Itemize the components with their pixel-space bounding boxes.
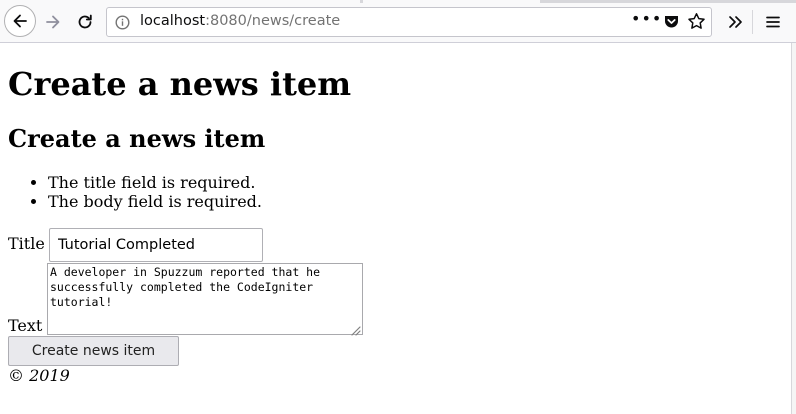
- info-icon[interactable]: [115, 15, 130, 34]
- create-news-item-button[interactable]: Create news item: [8, 336, 179, 366]
- validation-errors: The title field is required. The body fi…: [8, 173, 262, 211]
- tab-divider: [360, 0, 363, 3]
- pocket-icon[interactable]: [663, 13, 680, 34]
- error-item: The body field is required.: [48, 192, 262, 211]
- footer-copyright: © 2019: [8, 366, 70, 385]
- bookmark-star-icon[interactable]: [687, 12, 706, 35]
- tab-strip: [540, 0, 796, 3]
- title-input[interactable]: [49, 228, 263, 262]
- page-title: Create a news item: [8, 65, 352, 103]
- form-title: Create a news item: [8, 124, 266, 153]
- text-textarea[interactable]: A developer in Spuzzum reported that he …: [47, 263, 363, 335]
- title-label: Title: [8, 234, 45, 253]
- overflow-menu-button[interactable]: [722, 7, 748, 37]
- reload-icon: [78, 14, 92, 29]
- toolbar-separator: [752, 10, 753, 34]
- text-label: Text: [8, 316, 43, 335]
- app-menu-button[interactable]: [760, 7, 786, 37]
- arrow-left-icon: [13, 14, 27, 28]
- page-actions-icon[interactable]: •••: [631, 9, 662, 28]
- arrow-right-icon: [46, 15, 60, 29]
- reload-button[interactable]: [70, 7, 100, 37]
- back-button[interactable]: [4, 5, 36, 37]
- address-bar[interactable]: localhost:8080/news/create •••: [106, 7, 712, 37]
- url-path: :8080/news/create: [205, 13, 341, 29]
- forward-button[interactable]: [38, 7, 68, 37]
- browser-toolbar: localhost:8080/news/create •••: [0, 0, 796, 43]
- url-host: localhost: [140, 13, 206, 29]
- resize-grip-icon[interactable]: [349, 321, 361, 340]
- double-chevron-right-icon: [729, 16, 742, 28]
- url-text[interactable]: localhost:8080/news/create: [140, 13, 340, 29]
- error-item: The title field is required.: [48, 173, 262, 192]
- hamburger-menu-icon: [766, 16, 780, 28]
- adjacent-window-edge: [791, 43, 796, 414]
